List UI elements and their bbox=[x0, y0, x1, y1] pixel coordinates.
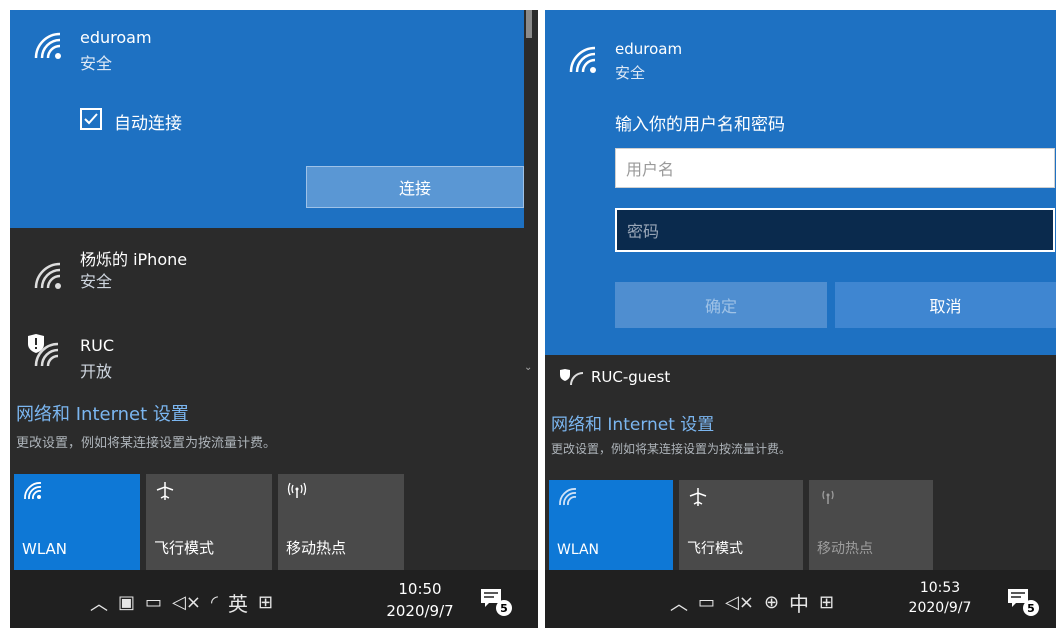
tile-label: 飞行模式 bbox=[687, 541, 743, 557]
clock[interactable]: 10:53 2020/9/7 bbox=[900, 580, 980, 616]
ok-button[interactable]: 确定 bbox=[615, 282, 827, 328]
wifi-icon bbox=[559, 488, 577, 506]
clock-time: 10:50 bbox=[398, 580, 442, 598]
auto-connect-label: 自动连接 bbox=[114, 114, 182, 134]
list-item[interactable]: 杨烁的 iPhone 安全 bbox=[10, 246, 538, 310]
tile-wlan[interactable]: WLAN bbox=[14, 474, 140, 570]
wifi-icon[interactable]: ◜ bbox=[211, 592, 218, 613]
hotspot-icon bbox=[822, 490, 834, 504]
volume-muted-icon[interactable]: ◁× bbox=[172, 592, 201, 613]
action-center-button[interactable]: 5 bbox=[1007, 588, 1039, 616]
hotspot-icon bbox=[287, 482, 307, 498]
network-security: 安全 bbox=[615, 64, 646, 82]
network-name: eduroam bbox=[80, 28, 152, 47]
taskbar: ︿ ▭ ◁× ⊕ 中 ⊞ 10:53 2020/9/7 5 bbox=[545, 570, 1056, 628]
battery-icon[interactable]: ▭ bbox=[145, 592, 162, 613]
ime-indicator[interactable]: 英 bbox=[228, 588, 248, 617]
username-field[interactable]: 用户名 bbox=[615, 148, 1055, 188]
clock[interactable]: 10:50 2020/9/7 bbox=[380, 580, 460, 620]
tile-mobile-hotspot[interactable]: 移动热点 bbox=[278, 474, 404, 570]
tile-airplane-mode[interactable]: 飞行模式 bbox=[146, 474, 272, 570]
globe-icon[interactable]: ⊕ bbox=[764, 592, 779, 613]
clock-date: 2020/9/7 bbox=[908, 600, 972, 616]
scrollbar[interactable]: ⌄ bbox=[524, 10, 534, 380]
network-name: eduroam bbox=[615, 40, 683, 58]
network-security: 安全 bbox=[80, 272, 113, 291]
tile-airplane-mode[interactable]: 飞行模式 bbox=[679, 480, 803, 570]
keyboard-icon[interactable]: ⊞ bbox=[258, 592, 273, 613]
tile-label: 飞行模式 bbox=[154, 539, 215, 557]
taskbar: ︿ ▣ ▭ ◁× ◜ 英 ⊞ 10:50 2020/9/7 5 bbox=[10, 570, 538, 628]
connect-button[interactable]: 连接 bbox=[306, 166, 524, 208]
cancel-button[interactable]: 取消 bbox=[835, 282, 1056, 328]
tile-label: 移动热点 bbox=[817, 541, 873, 557]
notification-count-badge: 5 bbox=[496, 600, 512, 616]
auto-connect-checkbox[interactable] bbox=[80, 108, 102, 130]
wifi-icon bbox=[34, 262, 61, 289]
tile-label: WLAN bbox=[557, 542, 600, 558]
network-security: 安全 bbox=[80, 54, 113, 73]
network-settings-link[interactable]: 网络和 Internet 设置 bbox=[551, 410, 714, 435]
network-name: RUC bbox=[80, 336, 114, 355]
checkmark-icon bbox=[84, 113, 98, 125]
network-flyout-right: eduroam 安全 输入你的用户名和密码 用户名 密码 确定 取消 RUC-g… bbox=[545, 10, 1056, 628]
airplane-icon bbox=[156, 482, 174, 500]
ime-indicator[interactable]: 中 bbox=[789, 588, 809, 617]
tile-label: WLAN bbox=[22, 540, 68, 558]
tile-label: 移动热点 bbox=[286, 539, 347, 557]
system-tray: ︿ ▭ ◁× ⊕ 中 ⊞ bbox=[670, 588, 834, 617]
action-center-button[interactable]: 5 bbox=[480, 588, 512, 616]
tile-mobile-hotspot[interactable]: 移动热点 bbox=[809, 480, 933, 570]
tile-wlan[interactable]: WLAN bbox=[549, 480, 673, 570]
wifi-icon bbox=[24, 482, 42, 500]
clock-date: 2020/9/7 bbox=[386, 602, 454, 620]
network-security: 开放 bbox=[80, 362, 113, 380]
battery-icon[interactable]: ▭ bbox=[698, 592, 715, 613]
password-field[interactable]: 密码 bbox=[615, 208, 1055, 252]
network-settings-description: 更改设置，例如将某连接设置为按流量计费。 bbox=[16, 436, 277, 451]
open-wifi-shield-icon bbox=[28, 334, 59, 367]
chevron-up-icon[interactable]: ︿ bbox=[670, 590, 688, 616]
network-settings-link[interactable]: 网络和 Internet 设置 bbox=[16, 400, 189, 426]
selected-network-card[interactable]: eduroam 安全 自动连接 连接 bbox=[10, 10, 524, 228]
network-name: RUC-guest bbox=[591, 368, 671, 386]
scroll-thumb[interactable] bbox=[526, 10, 532, 38]
top-strip bbox=[0, 0, 1056, 10]
network-name: 杨烁的 iPhone bbox=[80, 250, 188, 269]
app-tray-icon[interactable]: ▣ bbox=[118, 592, 135, 613]
wifi-icon bbox=[34, 32, 61, 59]
selected-network-card: eduroam 安全 输入你的用户名和密码 用户名 密码 确定 取消 bbox=[545, 10, 1056, 355]
chevron-up-icon[interactable]: ︿ bbox=[90, 590, 108, 616]
list-item[interactable]: RUC-guest bbox=[545, 365, 1056, 387]
notification-count-badge: 5 bbox=[1023, 600, 1039, 616]
airplane-icon bbox=[689, 488, 707, 506]
volume-muted-icon[interactable]: ◁× bbox=[725, 592, 754, 613]
credentials-prompt: 输入你的用户名和密码 bbox=[615, 115, 785, 135]
network-flyout-left: eduroam 安全 自动连接 连接 ⌄ 杨烁的 iPhone 安全 RUC 开… bbox=[10, 10, 538, 628]
keyboard-icon[interactable]: ⊞ bbox=[819, 592, 834, 613]
wifi-icon bbox=[569, 46, 596, 73]
open-wifi-shield-icon bbox=[560, 369, 584, 386]
clock-time: 10:53 bbox=[919, 580, 961, 596]
system-tray: ︿ ▣ ▭ ◁× ◜ 英 ⊞ bbox=[90, 588, 273, 617]
network-settings-description: 更改设置，例如将某连接设置为按流量计费。 bbox=[551, 442, 792, 456]
list-item[interactable]: RUC 开放 bbox=[10, 330, 538, 380]
